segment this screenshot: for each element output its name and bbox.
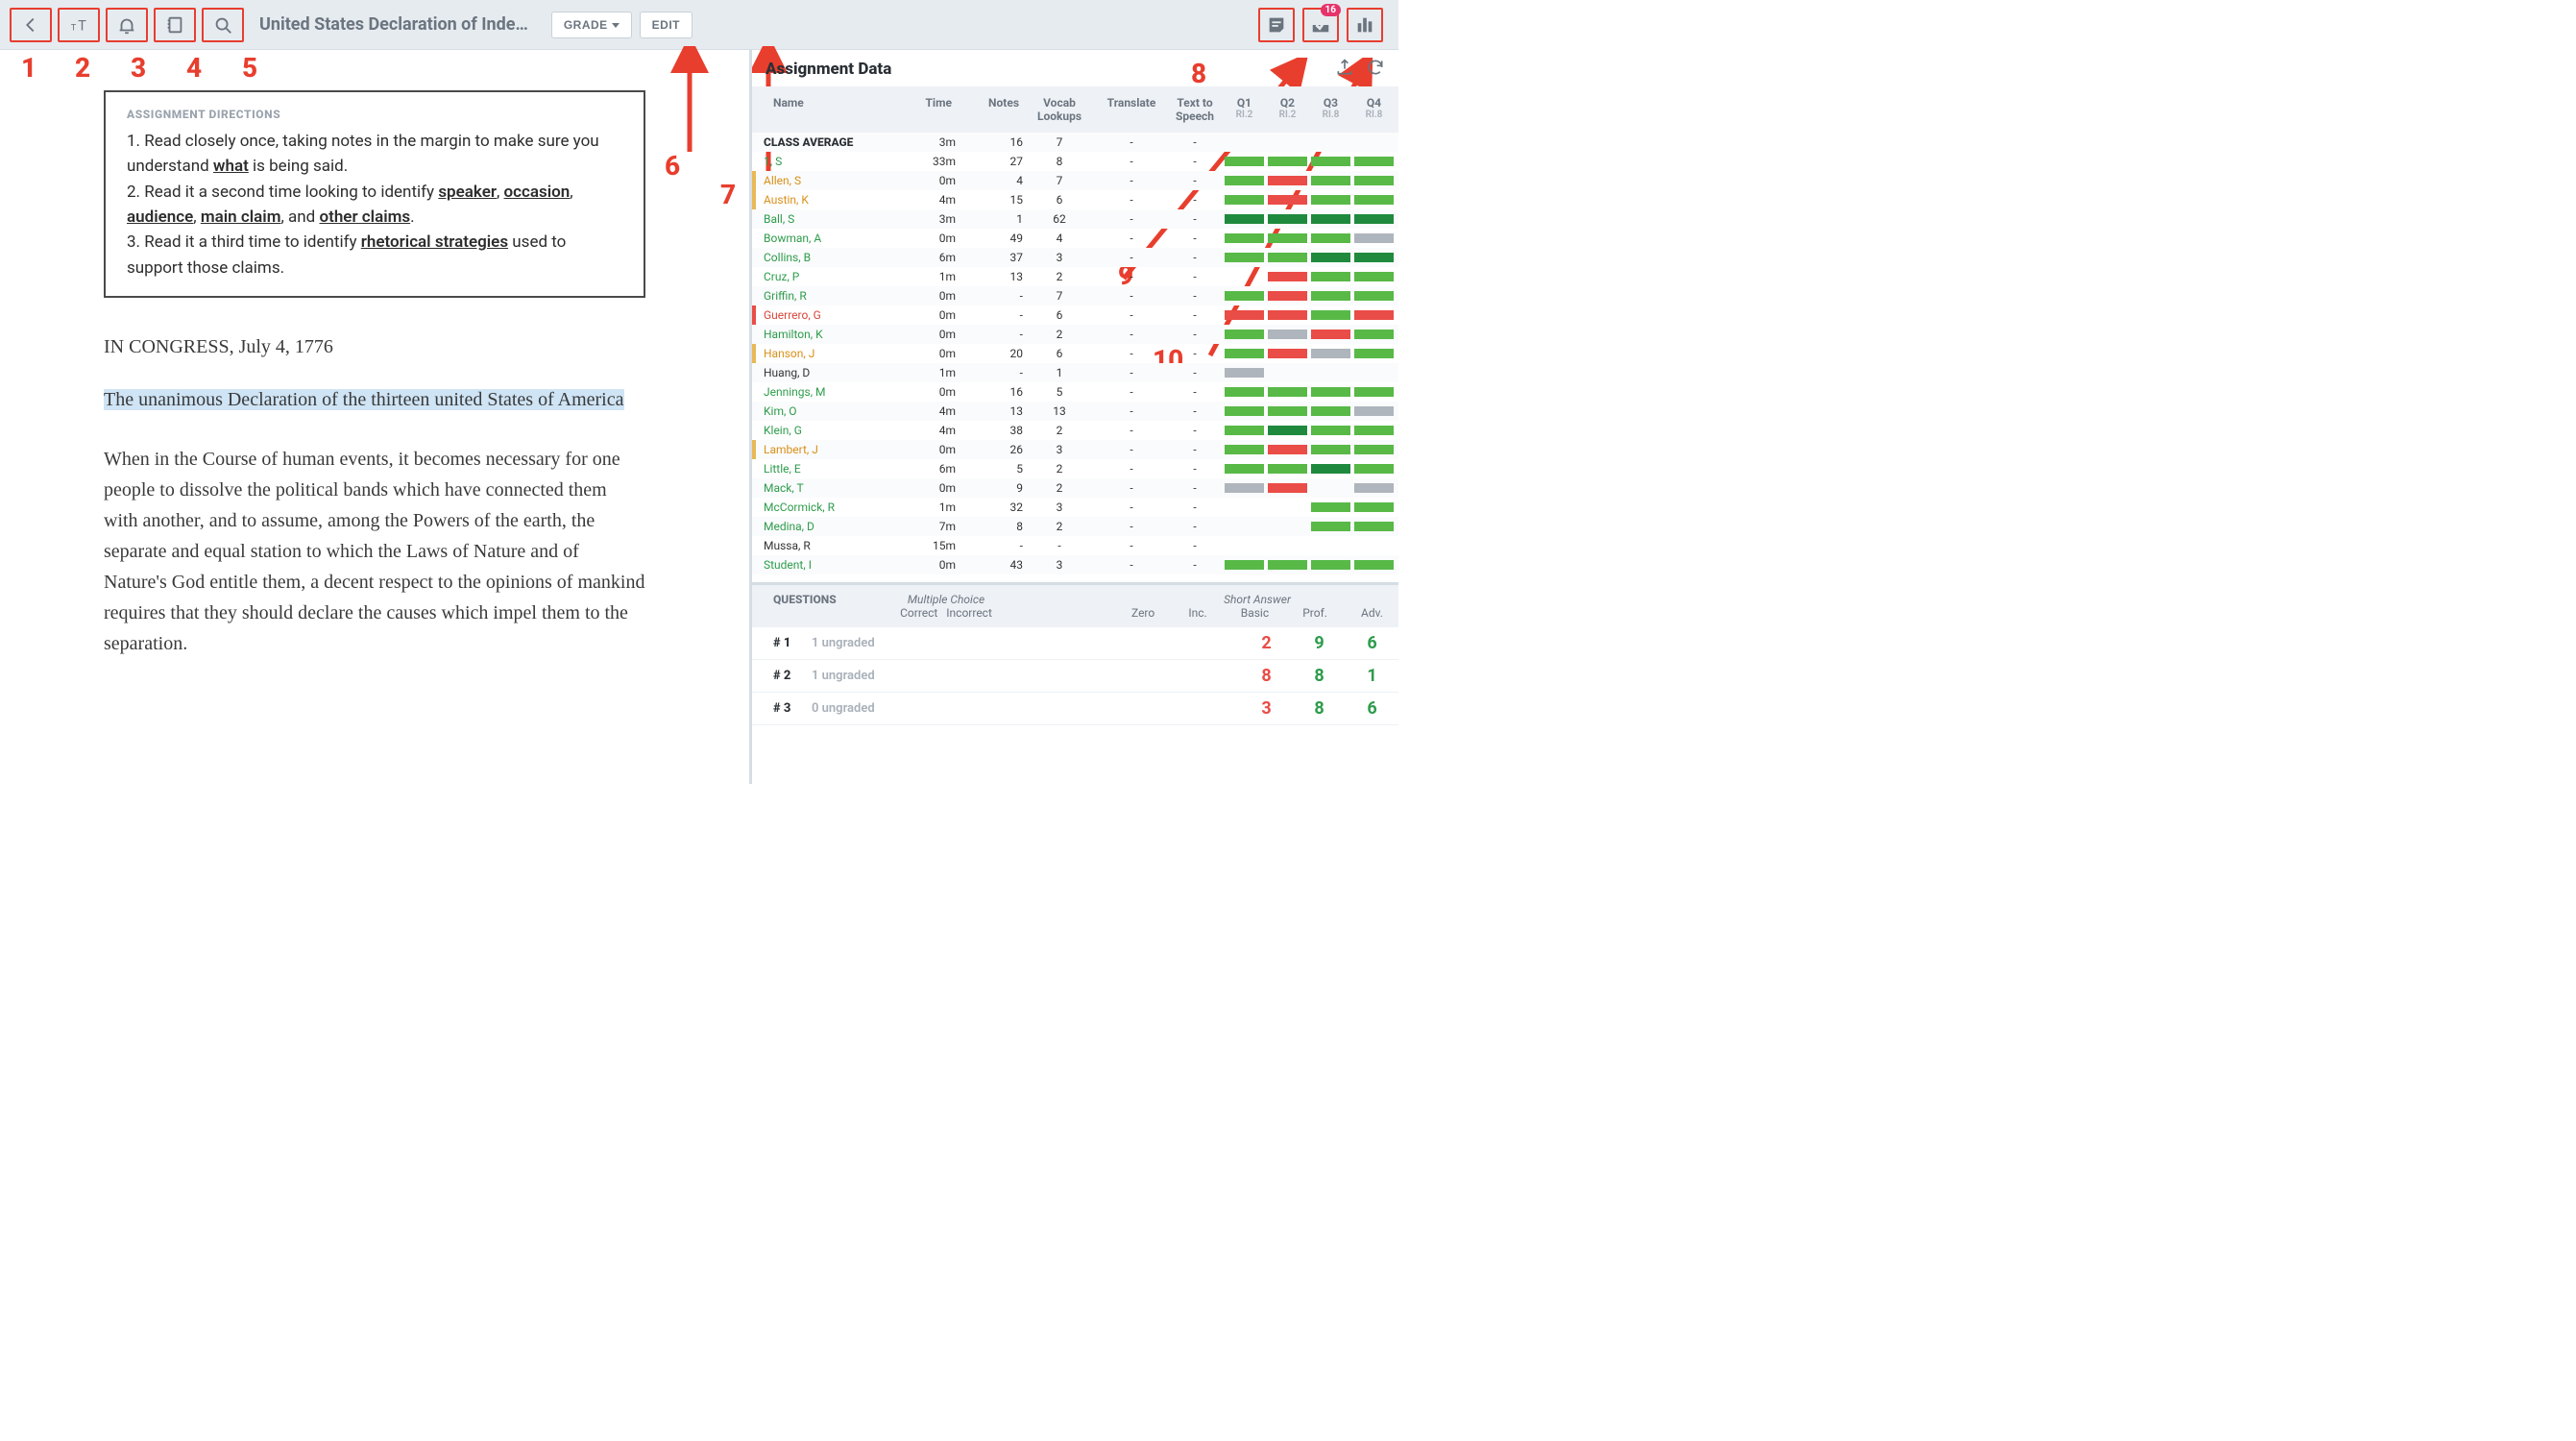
back-button[interactable] — [10, 8, 52, 42]
student-name[interactable]: Kim, O — [756, 404, 894, 418]
table-row[interactable]: Little, E6m52-- — [752, 459, 1398, 478]
question-row[interactable]: # 21 ungraded881 — [752, 660, 1398, 693]
doc-body[interactable]: When in the Course of human events, it b… — [104, 444, 645, 659]
student-name[interactable]: Cruz, P — [756, 270, 894, 283]
assignment-data-panel: Assignment Data Name Time Notes Vocab Lo… — [749, 50, 1398, 784]
student-name[interactable]: Allen, S — [756, 174, 894, 187]
student-name[interactable]: Ball, S — [756, 212, 894, 226]
student-name[interactable]: Collins, B — [756, 251, 894, 264]
table-row[interactable]: Klein, G4m382-- — [752, 421, 1398, 440]
svg-text:T: T — [71, 23, 77, 33]
student-name[interactable]: Hanson, J — [756, 347, 894, 360]
notebook-button[interactable] — [154, 8, 196, 42]
student-name[interactable]: Austin, K — [756, 193, 894, 207]
submissions-button[interactable]: 16 — [1302, 8, 1339, 42]
svg-text:T: T — [78, 16, 86, 34]
student-name[interactable]: McCormick, R — [756, 501, 894, 514]
table-row[interactable]: Austin, K4m156-- — [752, 190, 1398, 209]
table-row[interactable]: Hanson, J0m206-- — [752, 344, 1398, 363]
assignment-directions-box: ASSIGNMENT DIRECTIONS 1. Read closely on… — [104, 90, 645, 298]
student-name[interactable]: Student, I — [756, 558, 894, 572]
student-name[interactable]: Klein, G — [756, 424, 894, 437]
table-row[interactable]: Collins, B6m373-- — [752, 248, 1398, 267]
refresh-button[interactable] — [1366, 58, 1385, 81]
table-row[interactable]: Guerrero, G0m-6-- — [752, 305, 1398, 325]
table-row[interactable]: Jennings, M0m165-- — [752, 382, 1398, 402]
table-row[interactable]: Allen, S0m47-- — [752, 171, 1398, 190]
directions-line-2: 2. Read it a second time looking to iden… — [127, 180, 622, 231]
table-row[interactable]: 1, S33m278-- — [752, 152, 1398, 171]
table-row[interactable]: Griffin, R0m-7-- — [752, 286, 1398, 305]
analytics-button[interactable] — [1347, 8, 1383, 42]
directions-heading: ASSIGNMENT DIRECTIONS — [127, 108, 622, 121]
table-row[interactable]: Ball, S3m162-- — [752, 209, 1398, 229]
student-name[interactable]: Lambert, J — [756, 443, 894, 456]
text-size-button[interactable]: TT — [58, 8, 100, 42]
edit-button[interactable]: EDIT — [640, 12, 693, 38]
directions-line-3: 3. Read it a third time to identify rhet… — [127, 230, 622, 281]
doc-highlighted-title[interactable]: The unanimous Declaration of the thirtee… — [104, 385, 645, 415]
student-name[interactable]: Little, E — [756, 462, 894, 476]
student-name[interactable]: Mussa, R — [756, 539, 894, 552]
question-row[interactable]: # 30 ungraded386 — [752, 693, 1398, 725]
student-name[interactable]: Huang, D — [756, 366, 894, 379]
table-row[interactable]: Bowman, A0m494-- — [752, 229, 1398, 248]
student-name[interactable]: Hamilton, K — [756, 328, 894, 341]
top-toolbar: TT United States Declaration of Inde… GR… — [0, 0, 1398, 50]
grade-button[interactable]: GRADE — [551, 12, 632, 38]
student-name[interactable]: Bowman, A — [756, 232, 894, 245]
table-row[interactable]: McCormick, R1m323-- — [752, 498, 1398, 517]
table-row[interactable]: Kim, O4m1313-- — [752, 402, 1398, 421]
student-name[interactable]: Guerrero, G — [756, 308, 894, 322]
submissions-badge: 16 — [1321, 4, 1341, 16]
table-row[interactable]: Student, I0m433-- — [752, 555, 1398, 574]
table-row[interactable]: Hamilton, K0m-2-- — [752, 325, 1398, 344]
table-row[interactable]: Lambert, J0m263-- — [752, 440, 1398, 459]
panel-title: Assignment Data — [766, 60, 891, 79]
document-title: United States Declaration of Inde… — [259, 14, 528, 35]
student-name[interactable]: Mack, T — [756, 481, 894, 495]
table-row[interactable]: Mack, T0m92-- — [752, 478, 1398, 498]
student-name[interactable]: Jennings, M — [756, 385, 894, 399]
table-row[interactable]: CLASS AVERAGE3m167-- — [752, 133, 1398, 152]
questions-header: QUESTIONS Multiple ChoiceCorrect Incorre… — [752, 585, 1398, 627]
export-button[interactable] — [1335, 58, 1354, 81]
table-row[interactable]: Mussa, R15m---- — [752, 536, 1398, 555]
caret-down-icon — [612, 23, 620, 28]
table-row[interactable]: Cruz, P1m132-- — [752, 267, 1398, 286]
table-header: Name Time Notes Vocab Lookups Translate … — [752, 86, 1398, 133]
doc-subhead: IN CONGRESS, July 4, 1776 — [104, 336, 645, 358]
notes-panel-button[interactable] — [1258, 8, 1295, 42]
search-button[interactable] — [202, 8, 244, 42]
notifications-button[interactable] — [106, 8, 148, 42]
student-name[interactable]: Medina, D — [756, 520, 894, 533]
student-name[interactable]: Griffin, R — [756, 289, 894, 303]
question-row[interactable]: # 11 ungraded296 — [752, 627, 1398, 660]
grade-button-label: GRADE — [564, 18, 608, 32]
directions-line-1: 1. Read closely once, taking notes in th… — [127, 129, 622, 180]
document-pane: ASSIGNMENT DIRECTIONS 1. Read closely on… — [0, 50, 749, 784]
table-row[interactable]: Huang, D1m-1-- — [752, 363, 1398, 382]
student-name[interactable]: 1, S — [756, 155, 894, 168]
table-row[interactable]: Medina, D7m82-- — [752, 517, 1398, 536]
student-name[interactable]: CLASS AVERAGE — [756, 135, 894, 149]
